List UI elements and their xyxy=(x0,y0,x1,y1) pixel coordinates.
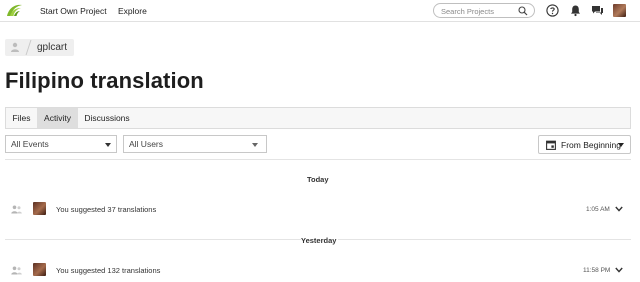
activity-item-time: 1:05 AM xyxy=(586,206,610,213)
users-filter-select[interactable]: All Users xyxy=(123,135,267,153)
top-nav-bar: Start Own Project Explore xyxy=(0,0,640,22)
calendar-icon xyxy=(546,140,556,150)
users-filter-value: All Users xyxy=(129,139,164,149)
activity-item-time: 11:58 PM xyxy=(583,267,611,274)
search-icon[interactable] xyxy=(518,6,528,16)
divider xyxy=(5,159,631,160)
chevron-down-icon xyxy=(252,143,258,147)
divider xyxy=(5,239,301,240)
from-beginning-label: From Beginning xyxy=(561,140,622,150)
chevron-down-icon[interactable] xyxy=(615,206,623,212)
divider xyxy=(338,239,631,240)
breadcrumb-project-link[interactable]: gplcart xyxy=(37,42,67,53)
tab-activity[interactable]: Activity xyxy=(37,108,78,128)
nav-start-own-project[interactable]: Start Own Project xyxy=(40,6,107,16)
breadcrumb-separator xyxy=(25,40,32,55)
crowdin-logo-icon[interactable] xyxy=(6,3,23,18)
from-beginning-button[interactable]: From Beginning xyxy=(538,135,631,154)
events-filter-value: All Events xyxy=(11,139,49,149)
user-icon xyxy=(11,42,19,52)
search-box xyxy=(433,3,535,18)
users-group-icon xyxy=(11,205,22,214)
nav-explore[interactable]: Explore xyxy=(118,6,147,16)
tab-files[interactable]: Files xyxy=(6,108,37,128)
messages-icon[interactable] xyxy=(591,4,604,17)
help-icon[interactable] xyxy=(546,4,559,17)
chevron-down-icon[interactable] xyxy=(615,267,623,273)
avatar[interactable] xyxy=(33,263,46,276)
chevron-down-icon xyxy=(105,143,111,147)
search-input[interactable] xyxy=(441,6,521,16)
chevron-down-icon xyxy=(618,143,624,147)
events-filter-select[interactable]: All Events xyxy=(5,135,117,153)
tab-bar: Files Activity Discussions xyxy=(5,107,631,129)
page-title: Filipino translation xyxy=(5,68,204,93)
day-heading-today: Today xyxy=(307,175,329,184)
activity-item-text: You suggested 132 translations xyxy=(56,266,161,275)
activity-item-text: You suggested 37 translations xyxy=(56,205,157,214)
day-heading-yesterday: Yesterday xyxy=(301,236,337,245)
user-avatar[interactable] xyxy=(613,4,626,17)
users-group-icon xyxy=(11,266,22,275)
avatar[interactable] xyxy=(33,202,46,215)
breadcrumb: gplcart xyxy=(5,39,74,56)
notifications-bell-icon[interactable] xyxy=(569,4,582,17)
tab-discussions[interactable]: Discussions xyxy=(78,108,136,128)
